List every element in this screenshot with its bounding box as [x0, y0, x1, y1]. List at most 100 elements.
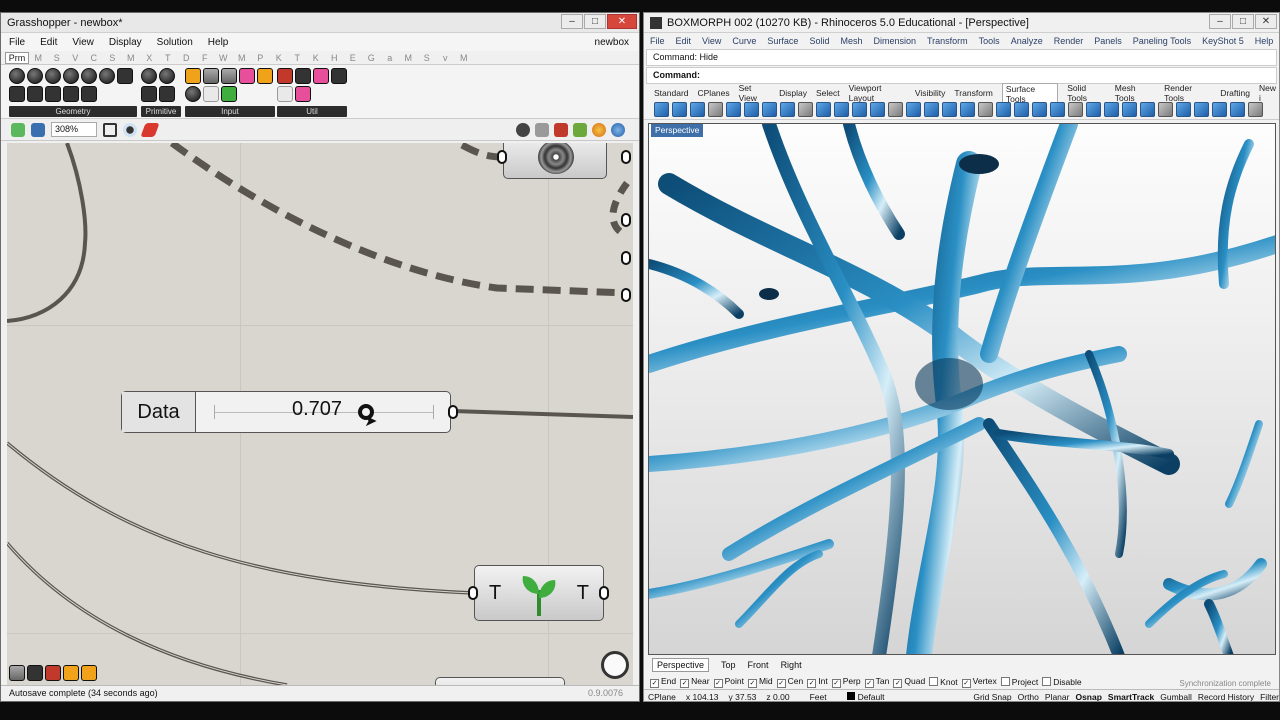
output-port[interactable]: [621, 251, 631, 265]
line-param-icon[interactable]: [117, 68, 133, 84]
osnap-checkbox[interactable]: ✓: [893, 679, 903, 688]
sprout-component[interactable]: T T: [474, 565, 604, 621]
surface-tool-icon[interactable]: [852, 102, 867, 117]
category-tab[interactable]: C: [85, 53, 104, 63]
text-param-icon[interactable]: [159, 86, 175, 102]
surface-tool-icon[interactable]: [924, 102, 939, 117]
surface-tool-icon[interactable]: [978, 102, 993, 117]
osnap-checkbox[interactable]: [929, 677, 939, 686]
toolbar-tab[interactable]: Transform: [954, 88, 992, 98]
record-icon[interactable]: [27, 665, 43, 681]
category-tab[interactable]: M: [455, 53, 474, 63]
maximize-button[interactable]: □: [584, 14, 606, 29]
surface-tool-icon[interactable]: [942, 102, 957, 117]
osnap-option[interactable]: ✓ Mid: [747, 676, 773, 688]
surface-tool-icon[interactable]: [1230, 102, 1245, 117]
brep-param-icon[interactable]: [81, 68, 97, 84]
osnap-option[interactable]: ✓ Perp: [831, 676, 861, 688]
rhino-menu-item[interactable]: Surface: [767, 36, 798, 46]
osnap-option[interactable]: ✓ Tan: [864, 676, 889, 688]
slider-output-port[interactable]: [448, 405, 458, 419]
category-tab[interactable]: P: [251, 53, 270, 63]
zoom-level-field[interactable]: 308%: [51, 122, 97, 137]
matrix-icon[interactable]: [221, 86, 237, 102]
arrow-right-icon[interactable]: [295, 68, 311, 84]
plane-param-icon[interactable]: [9, 86, 25, 102]
surface-tool-icon[interactable]: [1086, 102, 1101, 117]
toolbar-tab[interactable]: Display: [779, 88, 807, 98]
surface-tool-icon[interactable]: [726, 102, 741, 117]
preview-wire-icon[interactable]: [516, 122, 530, 137]
toolbar-tab[interactable]: Solid Tools: [1067, 83, 1106, 103]
surface-tool-icon[interactable]: [762, 102, 777, 117]
rhino-menu-item[interactable]: File: [650, 36, 665, 46]
cluster-icon[interactable]: [331, 68, 347, 84]
viewport-tab[interactable]: Front: [748, 660, 769, 670]
relay-icon[interactable]: [277, 86, 293, 102]
jump-icon[interactable]: [313, 68, 329, 84]
menu-help[interactable]: Help: [208, 37, 229, 48]
osnap-checkbox[interactable]: ✓: [747, 679, 757, 688]
category-tab[interactable]: a: [381, 53, 400, 63]
sprout-input-port[interactable]: [468, 586, 478, 600]
toolbar-tab[interactable]: Visibility: [915, 88, 946, 98]
status-toggle[interactable]: Record History: [1198, 692, 1254, 702]
disable-icon[interactable]: [45, 665, 61, 681]
field-param-icon[interactable]: [81, 86, 97, 102]
osnap-option[interactable]: ✓ Point: [713, 676, 744, 688]
list-icon[interactable]: [203, 86, 219, 102]
category-tab[interactable]: V: [66, 53, 85, 63]
rhino-menu-item[interactable]: KeyShot 5: [1202, 36, 1244, 46]
units-label[interactable]: Feet: [810, 692, 827, 702]
rhino-menu-item[interactable]: Edit: [676, 36, 692, 46]
category-tab[interactable]: D: [177, 53, 196, 63]
graph-icon[interactable]: [257, 68, 273, 84]
bake-icon[interactable]: [9, 665, 25, 681]
viewport-title[interactable]: Perspective: [651, 124, 704, 137]
toolbar-tab[interactable]: CPlanes: [698, 88, 730, 98]
osnap-option[interactable]: ✓ Vertex: [961, 676, 997, 688]
viewport-tab[interactable]: Top: [721, 660, 736, 670]
category-tab[interactable]: T: [288, 53, 307, 63]
rhino-menu-item[interactable]: Help: [1255, 36, 1274, 46]
surface-tool-icon[interactable]: [798, 102, 813, 117]
osnap-option[interactable]: Project: [1000, 677, 1038, 687]
menu-file[interactable]: File: [9, 37, 25, 48]
menu-solution[interactable]: Solution: [157, 37, 193, 48]
toolbar-tab[interactable]: Mesh Tools: [1115, 83, 1155, 103]
surface-tool-icon[interactable]: [1068, 102, 1083, 117]
cluster-input-icon[interactable]: [63, 665, 79, 681]
rhino-menu-item[interactable]: Panels: [1094, 36, 1122, 46]
surface-tool-icon[interactable]: [1194, 102, 1209, 117]
toolbar-tab[interactable]: Standard: [654, 88, 689, 98]
spiral-component[interactable]: [503, 143, 607, 179]
surface-tool-icon[interactable]: [888, 102, 903, 117]
category-tab[interactable]: M: [29, 53, 48, 63]
osnap-option[interactable]: Knot: [929, 677, 958, 687]
cluster-output-icon[interactable]: [81, 665, 97, 681]
osnap-checkbox[interactable]: ✓: [961, 679, 971, 688]
rhino-menu-item[interactable]: Transform: [927, 36, 968, 46]
toolbar-tab[interactable]: Drafting: [1220, 88, 1250, 98]
category-tab[interactable]: Prm: [5, 51, 29, 64]
menu-view[interactable]: View: [72, 37, 94, 48]
output-port[interactable]: [621, 150, 631, 164]
preview-selected-icon[interactable]: [554, 122, 568, 137]
minimize-button[interactable]: –: [1209, 14, 1231, 29]
surface-tool-icon[interactable]: [870, 102, 885, 117]
zoom-extents-icon[interactable]: [103, 122, 117, 137]
surface-tool-icon[interactable]: [690, 102, 705, 117]
close-button[interactable]: ✕: [1255, 14, 1277, 29]
osnap-checkbox[interactable]: ✓: [713, 679, 723, 688]
box-param-icon[interactable]: [45, 86, 61, 102]
mesh-param-icon[interactable]: [99, 68, 115, 84]
osnap-option[interactable]: ✓ Int: [807, 676, 828, 688]
category-tab[interactable]: S: [103, 53, 122, 63]
osnap-checkbox[interactable]: [1000, 677, 1010, 686]
menu-display[interactable]: Display: [109, 37, 142, 48]
rhino-menu-item[interactable]: Curve: [732, 36, 756, 46]
category-tab[interactable]: G: [362, 53, 381, 63]
osnap-option[interactable]: Disable: [1042, 677, 1082, 687]
rhino-menu-item[interactable]: Solid: [809, 36, 829, 46]
status-toggle[interactable]: Ortho: [1018, 692, 1039, 702]
